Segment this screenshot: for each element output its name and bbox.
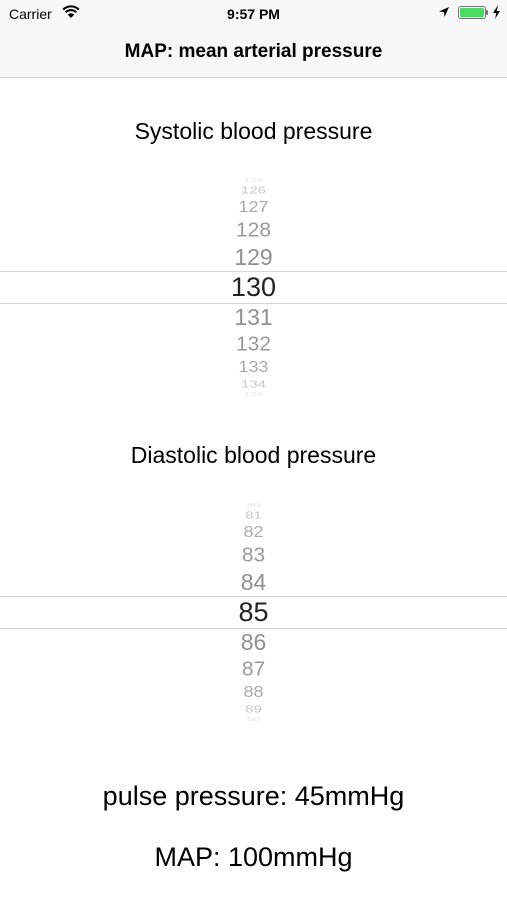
battery-level (460, 8, 484, 17)
picker-selected-value[interactable]: 85 (0, 598, 507, 626)
battery-tip (486, 10, 488, 15)
picker-row[interactable]: 88 (0, 684, 507, 699)
status-bar: Carrier 9:57 PM (0, 0, 507, 28)
diastolic-picker[interactable]: 80 81 82 83 84 85 86 87 88 89 90 (0, 502, 507, 722)
picker-row[interactable]: 84 (0, 570, 507, 594)
clock: 9:57 PM (227, 6, 280, 22)
picker-row[interactable]: 86 (0, 630, 507, 654)
battery-icon (458, 6, 486, 19)
picker-row[interactable]: 87 (0, 659, 507, 679)
picker-row[interactable]: 128 (0, 220, 507, 240)
picker-row[interactable]: 135 (0, 391, 507, 396)
picker-row[interactable]: 126 (0, 185, 507, 195)
screen: Carrier 9:57 PM MAP: mean arterial press… (0, 0, 507, 900)
picker-row[interactable]: 134 (0, 379, 507, 389)
location-arrow-icon (439, 7, 449, 17)
picker-row[interactable]: 129 (0, 245, 507, 269)
picker-row[interactable]: 133 (0, 359, 507, 374)
systolic-label: Systolic blood pressure (134, 118, 373, 144)
picker-row[interactable]: 81 (0, 510, 507, 520)
systolic-picker[interactable]: 125 126 127 128 129 130 131 132 133 134 135 (0, 177, 507, 397)
map-result: MAP: 100mmHg (154, 842, 353, 872)
picker-row[interactable]: 89 (0, 704, 507, 714)
picker-selected-value[interactable]: 130 (0, 273, 507, 301)
picker-row[interactable]: 131 (0, 305, 507, 329)
charging-bolt-icon (493, 5, 500, 19)
picker-row[interactable]: 80 (0, 502, 507, 507)
picker-row[interactable]: 132 (0, 334, 507, 354)
pulse-pressure-result: pulse pressure: 45mmHg (102, 781, 405, 811)
picker-row[interactable]: 125 (0, 177, 507, 182)
picker-row[interactable]: 83 (0, 545, 507, 565)
diastolic-label: Diastolic blood pressure (130, 442, 377, 468)
picker-row[interactable]: 82 (0, 524, 507, 539)
navigation-bar: MAP: mean arterial pressure (0, 28, 507, 78)
picker-row[interactable]: 127 (0, 199, 507, 214)
page-title: MAP: mean arterial pressure (124, 41, 383, 62)
picker-row[interactable]: 90 (0, 716, 507, 721)
